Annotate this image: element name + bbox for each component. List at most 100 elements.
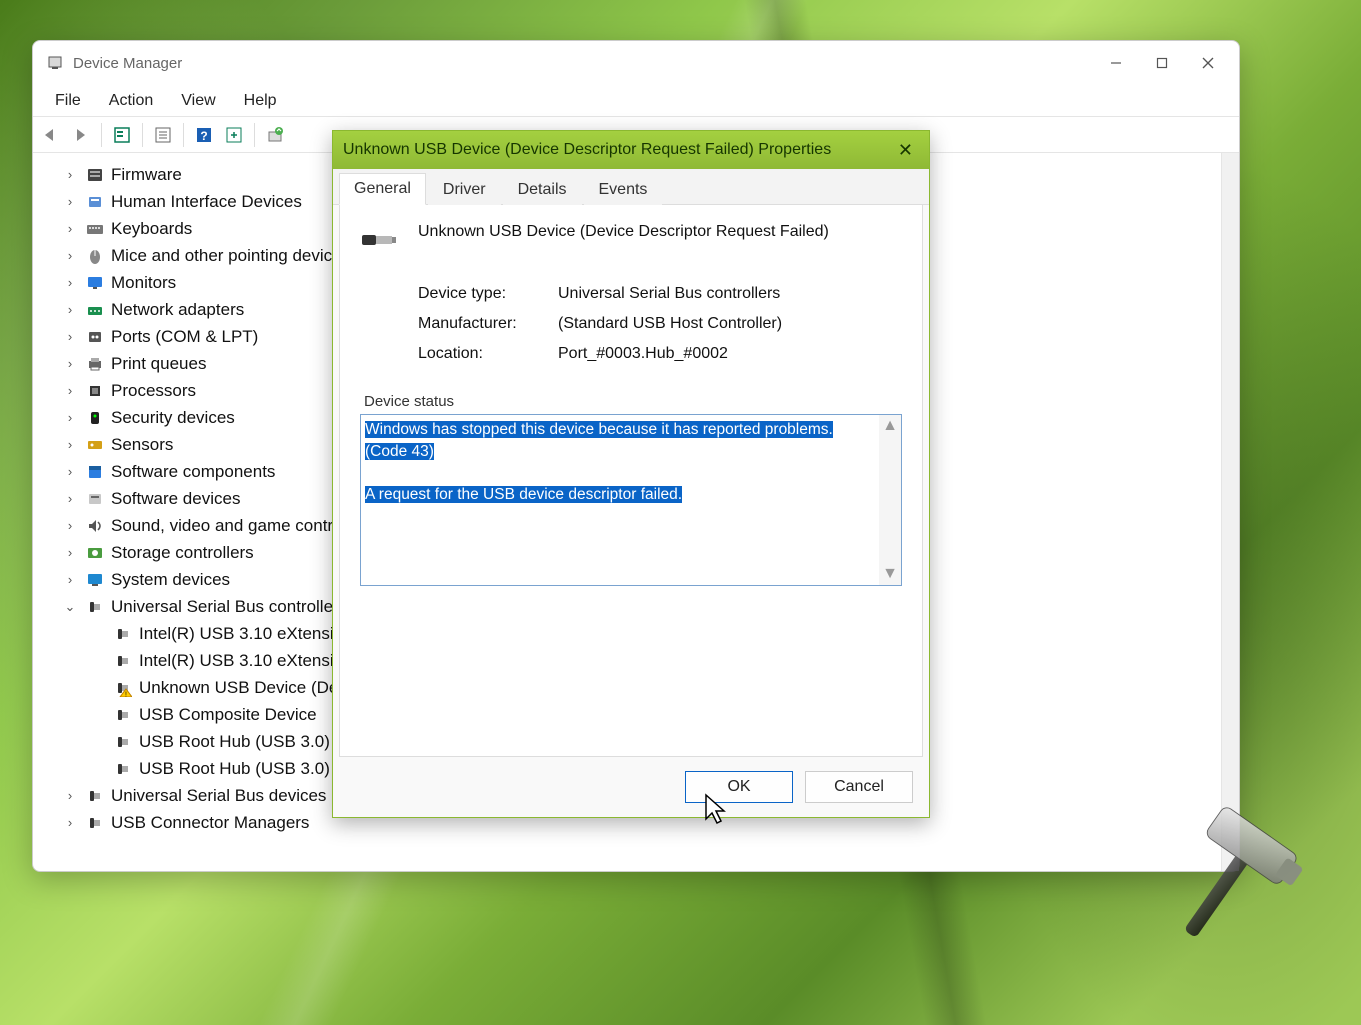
storage-icon [85,543,105,563]
properties-dialog: Unknown USB Device (Device Descriptor Re… [332,130,930,818]
tab-events[interactable]: Events [584,174,663,205]
printer-icon [85,354,105,374]
menu-file[interactable]: File [41,88,95,114]
label-manufacturer: Manufacturer: [418,315,558,333]
swcomp-icon [85,462,105,482]
mouse-icon [85,246,105,266]
chevron-right-icon[interactable]: › [61,410,79,425]
chevron-right-icon[interactable]: › [61,464,79,479]
usb-device-icon: ! [113,678,133,698]
svg-text:?: ? [200,129,207,143]
label-device-type: Device type: [418,285,558,303]
tree-label: USB Root Hub (USB 3.0) [139,732,330,752]
device-status-box[interactable]: Windows has stopped this device because … [360,414,902,586]
chevron-right-icon[interactable]: › [61,194,79,209]
svg-text:!: ! [125,691,127,697]
help-button[interactable]: ? [190,121,218,149]
label-location: Location: [418,345,558,363]
tab-driver[interactable]: Driver [428,174,501,205]
network-icon [85,300,105,320]
minimize-button[interactable] [1093,47,1139,79]
device-name: Unknown USB Device (Device Descriptor Re… [418,223,829,241]
chevron-right-icon[interactable]: › [61,302,79,317]
usb-icon [85,597,105,617]
chevron-right-icon[interactable]: › [61,167,79,182]
chevron-right-icon[interactable]: › [61,572,79,587]
tree-label: Software components [111,462,275,482]
chevron-right-icon[interactable]: › [61,545,79,560]
cpu-icon [85,381,105,401]
usb-device-icon [113,759,133,779]
maximize-button[interactable] [1139,47,1185,79]
tab-general[interactable]: General [339,173,426,205]
cancel-button[interactable]: Cancel [805,771,913,803]
dialog-close-button[interactable]: ✕ [892,138,919,163]
tree-label: Firmware [111,165,182,185]
hid-icon [85,192,105,212]
chevron-right-icon[interactable]: › [61,329,79,344]
keyboard-icon [85,219,105,239]
back-button[interactable] [37,121,65,149]
monitor-icon [85,273,105,293]
tree-label: Human Interface Devices [111,192,302,212]
tab-panel-general: Unknown USB Device (Device Descriptor Re… [339,204,923,757]
chevron-down-icon[interactable]: ⌄ [61,599,79,615]
usb-device-icon [113,651,133,671]
sound-icon [85,516,105,536]
tree-label: Security devices [111,408,235,428]
menu-action[interactable]: Action [95,88,167,114]
chevron-right-icon[interactable]: › [61,383,79,398]
sensors-icon [85,435,105,455]
chevron-right-icon[interactable]: › [61,518,79,533]
tree-label: Sensors [111,435,173,455]
properties-button[interactable] [149,121,177,149]
tree-label: Print queues [111,354,206,374]
ok-button[interactable]: OK [685,771,793,803]
chevron-right-icon[interactable]: › [61,815,79,830]
menu-bar: File Action View Help [33,85,1239,117]
chevron-right-icon[interactable]: › [61,275,79,290]
dialog-titlebar[interactable]: Unknown USB Device (Device Descriptor Re… [333,131,929,169]
menu-view[interactable]: View [167,88,229,114]
tree-label: System devices [111,570,230,590]
tree-label: Network adapters [111,300,244,320]
app-icon [47,55,63,71]
tree-label: Mice and other pointing devices [111,246,350,266]
usb-device-icon [113,705,133,725]
scan-button[interactable] [220,121,248,149]
scroll-down-icon[interactable]: ▼ [882,565,898,583]
tree-label: Processors [111,381,196,401]
chevron-right-icon[interactable]: › [61,491,79,506]
tab-strip: General Driver Details Events [333,169,929,205]
chevron-right-icon[interactable]: › [61,788,79,803]
tree-label: Ports (COM & LPT) [111,327,258,347]
usb-icon [85,813,105,833]
vertical-scrollbar[interactable] [1221,153,1239,871]
tree-label: USB Connector Managers [111,813,309,833]
status-scrollbar[interactable]: ▲ ▼ [879,415,901,585]
usb-device-icon [113,624,133,644]
update-driver-button[interactable] [261,121,289,149]
device-status-text[interactable]: Windows has stopped this device because … [361,415,879,585]
tree-label: Keyboards [111,219,192,239]
menu-help[interactable]: Help [230,88,291,114]
chevron-right-icon[interactable]: › [61,221,79,236]
value-location: Port_#0003.Hub_#0002 [558,345,728,363]
chevron-right-icon[interactable]: › [61,248,79,263]
scroll-up-icon[interactable]: ▲ [882,417,898,435]
window-title: Device Manager [73,55,182,72]
chevron-right-icon[interactable]: › [61,356,79,371]
titlebar[interactable]: Device Manager [33,41,1239,85]
dialog-title: Unknown USB Device (Device Descriptor Re… [343,141,831,159]
usb-device-icon [113,732,133,752]
tab-details[interactable]: Details [503,174,582,205]
forward-button[interactable] [67,121,95,149]
tree-label: USB Root Hub (USB 3.0) [139,759,330,779]
system-icon [85,570,105,590]
tree-label: Monitors [111,273,176,293]
value-device-type: Universal Serial Bus controllers [558,285,780,303]
chevron-right-icon[interactable]: › [61,437,79,452]
tree-label: Storage controllers [111,543,254,563]
close-button[interactable] [1185,47,1231,79]
show-hide-button[interactable] [108,121,136,149]
